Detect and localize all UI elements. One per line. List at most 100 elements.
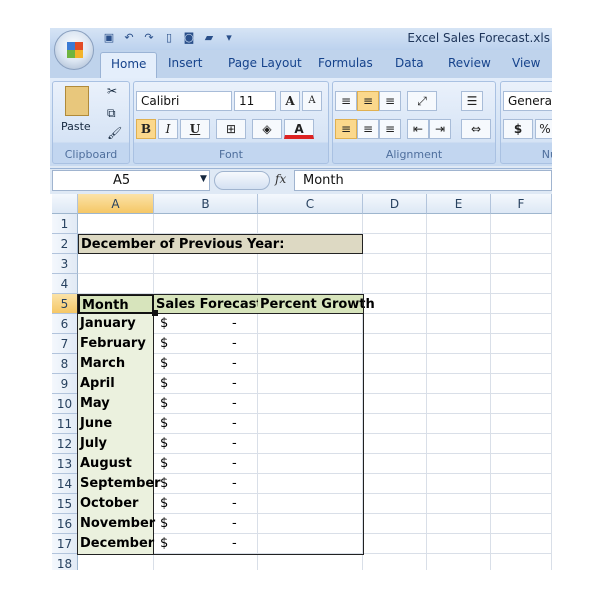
select-all-button[interactable] bbox=[52, 194, 78, 214]
row-header-17[interactable]: 17 bbox=[52, 534, 78, 554]
top-align-button[interactable]: ≡ bbox=[335, 91, 357, 111]
sales-forecast-value[interactable]: - bbox=[230, 414, 240, 434]
font-size-combo[interactable]: 11 bbox=[234, 91, 276, 111]
sales-forecast-value[interactable]: - bbox=[230, 494, 240, 514]
bold-button[interactable]: B bbox=[136, 119, 156, 139]
month-cell[interactable]: June bbox=[78, 414, 154, 434]
wrap-text-button[interactable]: ☰ bbox=[461, 91, 483, 111]
sales-forecast-value[interactable]: - bbox=[230, 394, 240, 414]
open-icon[interactable]: ▰ bbox=[202, 31, 216, 45]
center-button[interactable]: ≡ bbox=[357, 119, 379, 139]
paste-button[interactable]: Paste bbox=[61, 120, 91, 133]
row-header-15[interactable]: 15 bbox=[52, 494, 78, 514]
undo-icon[interactable]: ↶ bbox=[122, 31, 136, 45]
month-cell[interactable]: March bbox=[78, 354, 154, 374]
formula-bar-handle[interactable] bbox=[214, 171, 270, 190]
number-format-combo[interactable]: General bbox=[503, 91, 552, 111]
month-cell[interactable]: May bbox=[78, 394, 154, 414]
month-cell[interactable]: July bbox=[78, 434, 154, 454]
orientation-button[interactable]: ⤢ bbox=[407, 91, 437, 111]
italic-button[interactable]: I bbox=[158, 119, 178, 139]
sales-forecast-value[interactable]: - bbox=[230, 474, 240, 494]
middle-align-button[interactable]: ≡ bbox=[357, 91, 379, 111]
row-header-4[interactable]: 4 bbox=[52, 274, 78, 294]
grow-font-button[interactable]: A bbox=[280, 91, 300, 111]
month-cell[interactable]: November bbox=[78, 514, 155, 534]
title-cell[interactable]: December of Previous Year: bbox=[78, 234, 363, 254]
percent-button[interactable]: % bbox=[535, 119, 552, 139]
fill-handle[interactable] bbox=[152, 310, 158, 316]
row-header-3[interactable]: 3 bbox=[52, 254, 78, 274]
row-header-18[interactable]: 18 bbox=[52, 554, 78, 570]
shrink-font-button[interactable]: A bbox=[302, 91, 322, 111]
formula-input[interactable]: Month bbox=[294, 170, 552, 191]
column-header-f[interactable]: F bbox=[491, 194, 552, 214]
row-header-1[interactable]: 1 bbox=[52, 214, 78, 234]
row-header-11[interactable]: 11 bbox=[52, 414, 78, 434]
row-header-14[interactable]: 14 bbox=[52, 474, 78, 494]
row-header-9[interactable]: 9 bbox=[52, 374, 78, 394]
sales-forecast-value[interactable]: - bbox=[230, 434, 240, 454]
month-cell[interactable]: August bbox=[78, 454, 154, 474]
row-header-7[interactable]: 7 bbox=[52, 334, 78, 354]
paste-icon[interactable] bbox=[65, 86, 89, 116]
print-preview-icon[interactable]: ◙ bbox=[182, 31, 196, 45]
name-box[interactable]: A5 bbox=[52, 170, 210, 191]
align-right-button[interactable]: ≡ bbox=[379, 119, 401, 139]
sales-forecast-value[interactable]: - bbox=[230, 454, 240, 474]
row-header-16[interactable]: 16 bbox=[52, 514, 78, 534]
row-header-5[interactable]: 5 bbox=[52, 294, 78, 314]
month-cell[interactable]: April bbox=[78, 374, 154, 394]
row-header-10[interactable]: 10 bbox=[52, 394, 78, 414]
row-header-6[interactable]: 6 bbox=[52, 314, 78, 334]
format-painter-icon[interactable]: 🖌 bbox=[107, 126, 122, 140]
tab-data[interactable]: Data bbox=[395, 56, 424, 70]
cut-icon[interactable]: ✂ bbox=[107, 84, 117, 98]
tab-page-layout[interactable]: Page Layout bbox=[228, 56, 302, 70]
row-header-2[interactable]: 2 bbox=[52, 234, 78, 254]
sales-forecast-value[interactable]: - bbox=[230, 514, 240, 534]
month-cell[interactable]: January bbox=[78, 314, 154, 334]
column-header-a[interactable]: A bbox=[78, 194, 154, 214]
office-button[interactable] bbox=[54, 30, 94, 70]
font-name-combo[interactable]: Calibri bbox=[136, 91, 232, 111]
tab-view[interactable]: View bbox=[512, 56, 540, 70]
row-header-13[interactable]: 13 bbox=[52, 454, 78, 474]
column-header-e[interactable]: E bbox=[427, 194, 491, 214]
sales-forecast-value[interactable]: - bbox=[230, 534, 240, 554]
borders-button[interactable]: ⊞ bbox=[216, 119, 246, 139]
month-cell[interactable]: December bbox=[78, 534, 154, 554]
increase-indent-button[interactable]: ⇥ bbox=[429, 119, 451, 139]
column-header-d[interactable]: D bbox=[363, 194, 427, 214]
tab-insert[interactable]: Insert bbox=[168, 56, 202, 70]
row-header-8[interactable]: 8 bbox=[52, 354, 78, 374]
copy-icon[interactable]: ⧉ bbox=[107, 106, 116, 121]
column-header-b[interactable]: B bbox=[154, 194, 258, 214]
save-icon[interactable]: ▣ bbox=[102, 31, 116, 45]
merge-center-button[interactable]: ⇔ bbox=[461, 119, 491, 139]
insert-function-button[interactable]: fx bbox=[275, 172, 286, 186]
tab-formulas[interactable]: Formulas bbox=[318, 56, 373, 70]
decrease-indent-button[interactable]: ⇤ bbox=[407, 119, 429, 139]
bottom-align-button[interactable]: ≡ bbox=[379, 91, 401, 111]
month-cell[interactable]: September bbox=[78, 474, 161, 494]
font-color-button[interactable]: A bbox=[284, 119, 314, 139]
currency-button[interactable]: $ bbox=[503, 119, 533, 139]
month-cell[interactable]: October bbox=[78, 494, 154, 514]
underline-button[interactable]: U bbox=[180, 119, 210, 139]
fill-color-button[interactable]: ◈ bbox=[252, 119, 282, 139]
sales-forecast-value[interactable]: - bbox=[230, 314, 240, 334]
name-box-dropdown-icon[interactable]: ▼ bbox=[200, 174, 207, 184]
tab-home[interactable]: Home bbox=[100, 52, 158, 78]
align-left-button[interactable]: ≡ bbox=[335, 119, 357, 139]
row-header-12[interactable]: 12 bbox=[52, 434, 78, 454]
tab-review[interactable]: Review bbox=[448, 56, 491, 70]
sales-forecast-value[interactable]: - bbox=[230, 334, 240, 354]
sales-forecast-value[interactable]: - bbox=[230, 354, 240, 374]
new-icon[interactable]: ▯ bbox=[162, 31, 176, 45]
redo-icon[interactable]: ↷ bbox=[142, 31, 156, 45]
sales-forecast-value[interactable]: - bbox=[230, 374, 240, 394]
month-cell[interactable]: February bbox=[78, 334, 154, 354]
column-header-c[interactable]: C bbox=[258, 194, 363, 214]
customize-icon[interactable]: ▾ bbox=[222, 31, 236, 45]
